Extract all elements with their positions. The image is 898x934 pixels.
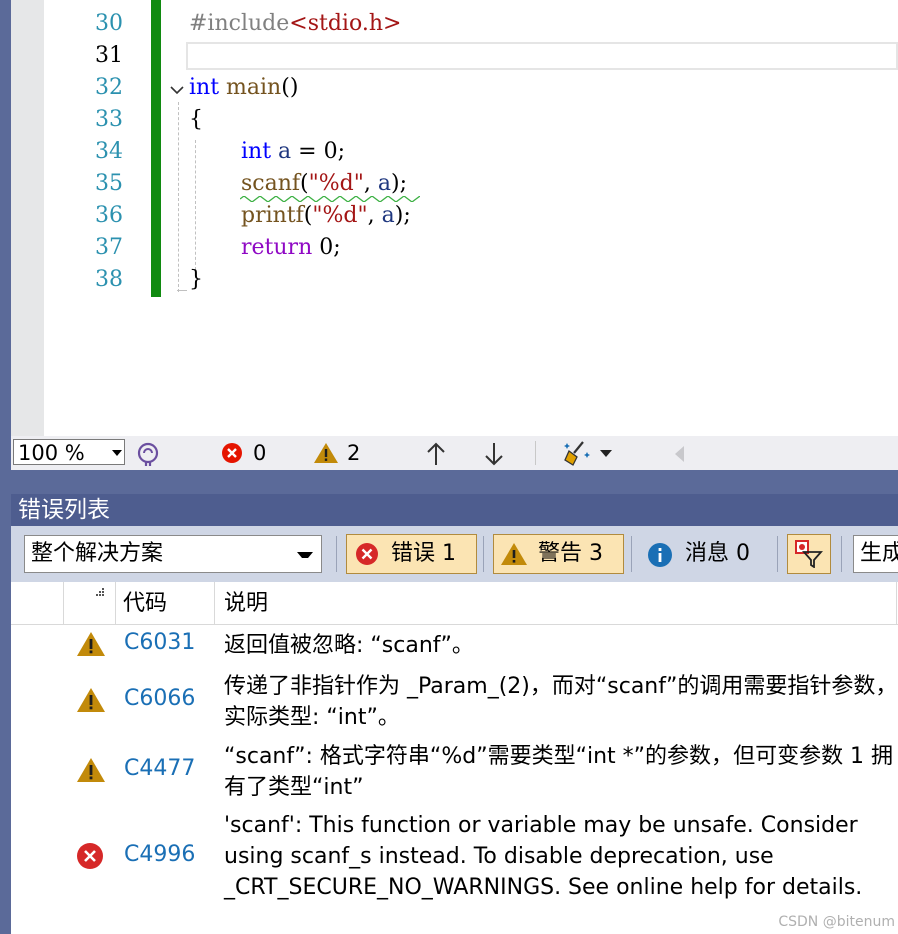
error-code-link[interactable]: C6066 bbox=[124, 686, 195, 711]
column-header-blank bbox=[11, 582, 64, 624]
error-description: 'scanf': This function or variable may b… bbox=[224, 813, 863, 900]
warnings-filter-label: 警告 3 bbox=[538, 541, 603, 566]
error-description: “scanf”: 格式字符串“%d”需要类型“int *”的参数，但可变参数 1… bbox=[224, 744, 894, 800]
editor-status-bar: 100 % 0 2 bbox=[11, 436, 898, 470]
sort-grip-icon bbox=[96, 588, 104, 596]
error-code-link[interactable]: C6031 bbox=[124, 630, 195, 655]
error-icon bbox=[77, 843, 103, 869]
error-list-row[interactable]: C4996 'scanf': This function or variable… bbox=[11, 810, 898, 906]
code-line-37: return 0; bbox=[241, 235, 341, 260]
toolbar-separator bbox=[841, 536, 842, 572]
intellicode-icon[interactable] bbox=[135, 441, 161, 467]
error-icon bbox=[356, 543, 378, 565]
indent-guide bbox=[195, 140, 196, 270]
line-number: 37 bbox=[95, 235, 123, 260]
error-description: 传递了非指针作为 _Param_(2)，而对“scanf”的调用需要指针参数，实… bbox=[224, 674, 898, 730]
column-header-description[interactable]: 说明 bbox=[215, 582, 897, 624]
collapse-chevron-icon[interactable] bbox=[168, 81, 186, 99]
code-line-32: int main() bbox=[189, 75, 299, 100]
line-number: 35 bbox=[95, 171, 123, 196]
scope-guide bbox=[178, 102, 179, 292]
scroll-left-icon[interactable] bbox=[673, 445, 685, 463]
editor-margin bbox=[11, 0, 44, 436]
status-separator bbox=[535, 441, 536, 465]
change-tracking-bar bbox=[151, 0, 161, 297]
code-line-33: { bbox=[189, 107, 203, 132]
error-list-row[interactable]: C6066 传递了非指针作为 _Param_(2)，而对“scanf”的调用需要… bbox=[11, 670, 898, 734]
code-cleanup-broom-icon[interactable] bbox=[563, 439, 593, 467]
toolbar-separator bbox=[483, 536, 484, 572]
build-source-dropdown[interactable]: 生成 bbox=[853, 535, 898, 573]
arrow-up-icon[interactable] bbox=[425, 441, 447, 467]
warning-icon bbox=[501, 543, 527, 565]
line-number: 32 bbox=[95, 75, 123, 100]
warning-squiggle bbox=[240, 196, 420, 202]
scope-value: 整个解决方案 bbox=[31, 541, 164, 566]
warning-icon bbox=[77, 632, 105, 656]
info-icon bbox=[648, 543, 672, 567]
scope-dropdown[interactable]: 整个解决方案 bbox=[24, 535, 322, 573]
toolbar-separator bbox=[631, 536, 632, 572]
errors-filter-label: 错误 1 bbox=[391, 541, 456, 566]
panel-border bbox=[11, 470, 898, 494]
line-number: 36 bbox=[95, 203, 123, 228]
build-source-value: 生成 bbox=[860, 541, 898, 566]
error-list-toolbar: 整个解决方案 错误 1 警告 3 消息 0 生 bbox=[11, 526, 898, 582]
error-list-title-bar[interactable]: 错误列表 bbox=[11, 494, 898, 526]
scope-guide-end bbox=[177, 290, 187, 291]
messages-filter-button[interactable]: 消息 0 bbox=[647, 534, 767, 574]
code-line-30: #include<stdio.h> bbox=[189, 11, 402, 36]
watermark: CSDN @bitenum bbox=[778, 914, 895, 930]
error-code-link[interactable]: C4477 bbox=[124, 756, 195, 781]
zoom-value: 100 % bbox=[18, 441, 85, 465]
error-list-table[interactable]: 代码 说明 C6031 返回值被忽略: “scanf”。 C6066 传递了非指… bbox=[11, 582, 898, 934]
column-header-severity[interactable] bbox=[63, 582, 116, 624]
chevron-down-icon[interactable] bbox=[599, 448, 613, 458]
error-icon[interactable] bbox=[221, 442, 243, 464]
warnings-filter-button[interactable]: 警告 3 bbox=[493, 534, 624, 574]
error-code-link[interactable]: C4996 bbox=[124, 842, 195, 867]
left-dock-strip bbox=[0, 0, 11, 934]
chevron-down-icon bbox=[112, 450, 122, 456]
error-description: 返回值被忽略: “scanf”。 bbox=[224, 633, 474, 658]
line-number: 33 bbox=[95, 107, 123, 132]
column-header-row: 代码 说明 bbox=[11, 582, 898, 625]
code-line-36: printf("%d", a); bbox=[241, 203, 411, 228]
error-count[interactable]: 0 bbox=[253, 439, 266, 467]
line-number-current: 31 bbox=[95, 43, 123, 68]
zoom-combobox[interactable]: 100 % bbox=[13, 439, 125, 465]
current-line-highlight bbox=[186, 42, 898, 70]
code-editor[interactable]: 30 31 32 33 34 35 36 37 38 #include<stdi… bbox=[11, 0, 898, 436]
error-list-row[interactable]: C4477 “scanf”: 格式字符串“%d”需要类型“int *”的参数，但… bbox=[11, 740, 898, 804]
panel-title: 错误列表 bbox=[18, 497, 110, 523]
line-number: 34 bbox=[95, 139, 123, 164]
filter-toggle-button[interactable] bbox=[787, 534, 831, 574]
code-line-34: int a = 0; bbox=[241, 139, 346, 164]
errors-filter-button[interactable]: 错误 1 bbox=[346, 534, 477, 574]
line-number: 30 bbox=[95, 11, 123, 36]
warning-icon bbox=[77, 688, 105, 712]
warning-count[interactable]: 2 bbox=[347, 439, 360, 467]
warning-icon bbox=[77, 758, 105, 782]
toolbar-separator bbox=[336, 536, 337, 572]
messages-filter-label: 消息 0 bbox=[685, 541, 750, 566]
chevron-down-icon bbox=[297, 552, 313, 558]
filter-icon bbox=[795, 540, 823, 568]
code-line-38: } bbox=[189, 267, 203, 292]
column-header-code[interactable]: 代码 bbox=[115, 582, 215, 624]
arrow-down-icon[interactable] bbox=[483, 441, 505, 467]
toolbar-separator bbox=[777, 536, 778, 572]
warning-icon[interactable] bbox=[313, 442, 339, 464]
line-number: 38 bbox=[95, 267, 123, 292]
error-list-row[interactable]: C6031 返回值被忽略: “scanf”。 bbox=[11, 626, 898, 666]
